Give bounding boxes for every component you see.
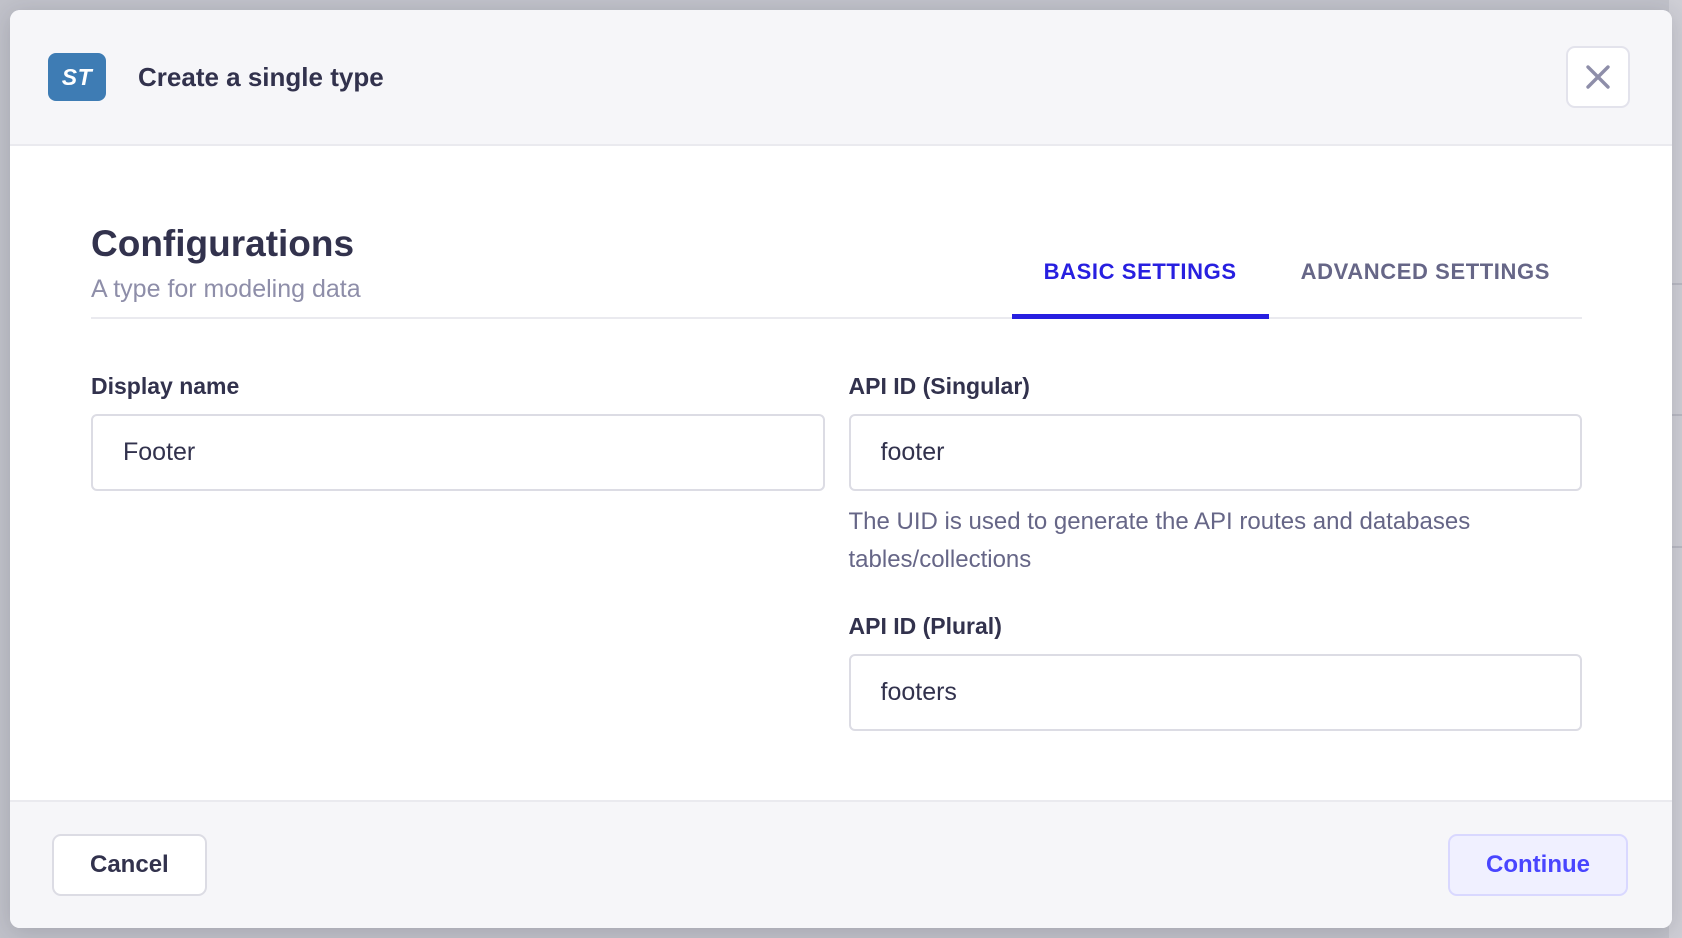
settings-tabs: BASIC SETTINGS ADVANCED SETTINGS	[1012, 259, 1582, 317]
configurations-header-row: Configurations A type for modeling data …	[91, 146, 1582, 319]
modal-header: ST Create a single type	[10, 10, 1672, 146]
left-column: Display name	[91, 373, 825, 731]
modal-title: Create a single type	[138, 62, 384, 93]
display-name-field: Display name	[91, 373, 825, 491]
close-button[interactable]	[1566, 46, 1630, 108]
modal-body: Configurations A type for modeling data …	[10, 146, 1672, 800]
api-id-plural-label: API ID (Plural)	[849, 613, 1583, 640]
tab-advanced-settings[interactable]: ADVANCED SETTINGS	[1269, 259, 1582, 317]
api-id-singular-input[interactable]	[849, 414, 1583, 491]
modal-footer: Cancel Continue	[10, 800, 1672, 928]
single-type-badge: ST	[48, 53, 106, 101]
create-single-type-modal: ST Create a single type Configurations A…	[10, 10, 1672, 928]
form-fields: Display name API ID (Singular) The UID i…	[91, 319, 1582, 731]
api-id-hint: The UID is used to generate the API rout…	[849, 503, 1554, 579]
tab-basic-settings[interactable]: BASIC SETTINGS	[1012, 259, 1269, 317]
section-title: Configurations	[91, 222, 361, 266]
api-id-singular-label: API ID (Singular)	[849, 373, 1583, 400]
continue-button[interactable]: Continue	[1448, 834, 1628, 896]
api-id-singular-field: API ID (Singular) The UID is used to gen…	[849, 373, 1583, 579]
close-icon	[1583, 62, 1613, 92]
section-subtitle: A type for modeling data	[91, 275, 361, 304]
display-name-label: Display name	[91, 373, 825, 400]
api-id-plural-field: API ID (Plural)	[849, 613, 1583, 731]
section-intro: Configurations A type for modeling data	[91, 222, 361, 317]
api-id-plural-input[interactable]	[849, 654, 1583, 731]
cancel-button[interactable]: Cancel	[52, 834, 207, 896]
right-column: API ID (Singular) The UID is used to gen…	[849, 373, 1583, 731]
display-name-input[interactable]	[91, 414, 825, 491]
